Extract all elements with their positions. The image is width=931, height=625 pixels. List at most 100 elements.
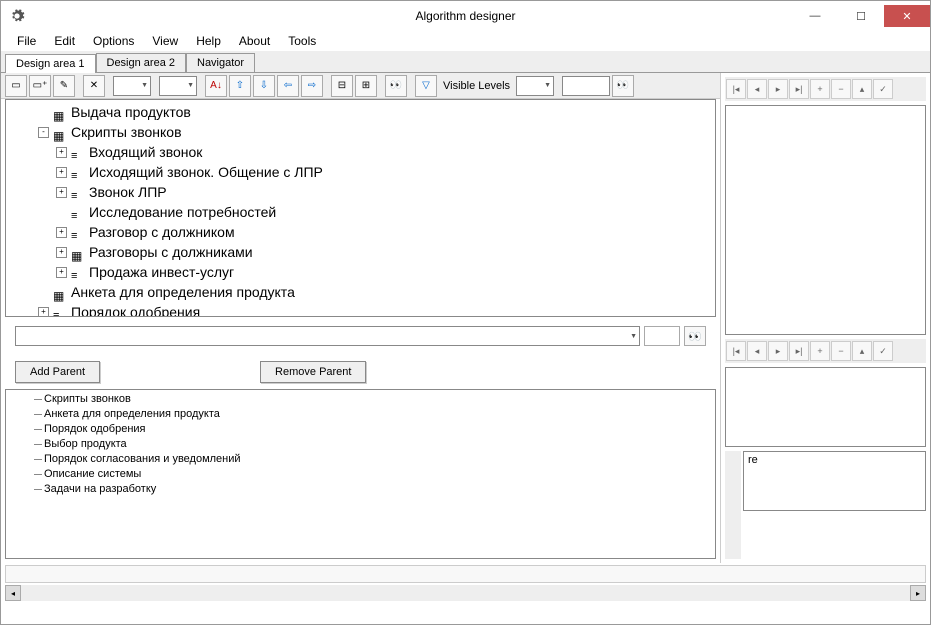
menu-view[interactable]: View (144, 32, 186, 50)
nav2-plus-icon[interactable]: + (810, 341, 830, 361)
expand-icon[interactable]: + (56, 187, 67, 198)
tree-node[interactable]: + Исходящий звонок. Общение с ЛПР (20, 162, 713, 182)
nav-prev-icon[interactable]: ◂ (747, 79, 767, 99)
menu-edit[interactable]: Edit (46, 32, 83, 50)
list-item[interactable]: Анкета для определения продукта (20, 407, 713, 422)
tree-node[interactable]: +Звонок ЛПР (20, 182, 713, 202)
grid-icon (53, 106, 67, 118)
tool-collapse-icon[interactable]: ⊟ (331, 75, 353, 97)
tool-up-arrow-icon[interactable]: ⇧ (229, 75, 251, 97)
tab-design-area-2[interactable]: Design area 2 (96, 53, 187, 72)
expand-icon[interactable]: + (56, 147, 67, 158)
tree-node[interactable]: Анкета для определения продукта (20, 282, 713, 302)
nav2-edit-icon[interactable]: ▴ (852, 341, 872, 361)
nav-minus-icon[interactable]: − (831, 79, 851, 99)
tree-node-label: Разговоры с должниками (89, 242, 253, 262)
tree-node-label: Разговор с должником (89, 222, 235, 242)
tool-down-arrow-icon[interactable]: ⇩ (253, 75, 275, 97)
status-strip (5, 565, 926, 583)
middle-combo[interactable]: ▼ (15, 326, 640, 346)
tree-node[interactable]: Исследование потребностей (20, 202, 713, 222)
expand-icon[interactable]: + (56, 267, 67, 278)
nav2-prev-icon[interactable]: ◂ (747, 341, 767, 361)
visible-levels-combo[interactable]: ▼ (516, 76, 554, 96)
main-toolbar: ▭ ▭⁺ ✎ ✕ ▼ ▼ A↓ ⇧ ⇩ ⇦ ⇨ ⊟ ⊞ 👀 ▽ Visible … (1, 73, 720, 99)
tree-node[interactable]: -Скрипты звонков (20, 122, 713, 142)
close-button[interactable]: ✕ (884, 5, 930, 27)
bottom-list[interactable]: Скрипты звонковАнкета для определения пр… (5, 389, 716, 559)
remove-parent-button[interactable]: Remove Parent (260, 361, 366, 383)
tool-delete-icon[interactable]: ✕ (83, 75, 105, 97)
expander-blank (56, 207, 67, 218)
tool-new-icon[interactable]: ▭ (5, 75, 27, 97)
lines-icon (71, 146, 85, 158)
right-text-input[interactable]: re (743, 451, 926, 511)
binoculars-icon[interactable]: 👀 (684, 326, 706, 346)
tree-node[interactable]: + Разговор с должником (20, 222, 713, 242)
nav-edit-icon[interactable]: ▴ (852, 79, 872, 99)
menu-options[interactable]: Options (85, 32, 142, 50)
right-vscroll[interactable] (725, 451, 741, 559)
scroll-right-icon[interactable]: ▸ (910, 585, 926, 601)
nav-next-icon[interactable]: ▸ (768, 79, 788, 99)
tree-node[interactable]: +Продажа инвест-услуг (20, 262, 713, 282)
nav2-check-icon[interactable]: ✓ (873, 341, 893, 361)
tabbar: Design area 1 Design area 2 Navigator (1, 51, 930, 73)
tree-view[interactable]: Выдача продуктов-Скрипты звонков+Входящи… (5, 99, 716, 317)
list-item[interactable]: Задачи на разработку (20, 482, 713, 497)
tool-combo-3[interactable] (562, 76, 610, 96)
expand-icon[interactable]: + (38, 307, 49, 318)
tool-filter-icon[interactable]: ▽ (415, 75, 437, 97)
minimize-button[interactable]: — (792, 5, 838, 27)
tool-left-arrow-icon[interactable]: ⇦ (277, 75, 299, 97)
list-item[interactable]: Описание системы (20, 467, 713, 482)
nav2-last-icon[interactable]: ▸| (789, 341, 809, 361)
tree-node-label: Анкета для определения продукта (71, 282, 295, 302)
tree-node[interactable]: + Разговоры с должниками (20, 242, 713, 262)
nav2-minus-icon[interactable]: − (831, 341, 851, 361)
menu-tools[interactable]: Tools (280, 32, 324, 50)
lines-icon (71, 266, 85, 278)
middle-small-combo[interactable] (644, 326, 680, 346)
menu-about[interactable]: About (231, 32, 278, 50)
add-parent-button[interactable]: Add Parent (15, 361, 100, 383)
lines-icon (53, 306, 67, 317)
expand-icon[interactable]: + (56, 247, 67, 258)
tool-sort-icon[interactable]: A↓ (205, 75, 227, 97)
list-item[interactable]: Порядок согласования и уведомлений (20, 452, 713, 467)
tool-binoculars-icon[interactable]: 👀 (612, 75, 634, 97)
right-toolbar-1: |◂ ◂ ▸ ▸| + − ▴ ✓ (725, 77, 926, 101)
tree-node[interactable]: Выдача продуктов (20, 102, 713, 122)
horizontal-scrollbar[interactable]: ◂ ▸ (5, 585, 926, 601)
expander-blank (38, 107, 49, 118)
tool-find-icon[interactable]: 👀 (385, 75, 407, 97)
collapse-icon[interactable]: - (38, 127, 49, 138)
list-item[interactable]: Выбор продукта (20, 437, 713, 452)
titlebar: Algorithm designer — ☐ ✕ (1, 1, 930, 31)
tree-node[interactable]: +Входящий звонок (20, 142, 713, 162)
menu-help[interactable]: Help (188, 32, 229, 50)
tool-combo-1[interactable]: ▼ (113, 76, 151, 96)
scroll-left-icon[interactable]: ◂ (5, 585, 21, 601)
menu-file[interactable]: File (9, 32, 44, 50)
tab-navigator[interactable]: Navigator (186, 53, 255, 72)
expand-icon[interactable]: + (56, 227, 67, 238)
tool-edit-icon[interactable]: ✎ (53, 75, 75, 97)
expand-icon[interactable]: + (56, 167, 67, 178)
tool-add-icon[interactable]: ▭⁺ (29, 75, 51, 97)
nav-first-icon[interactable]: |◂ (726, 79, 746, 99)
tab-design-area-1[interactable]: Design area 1 (5, 54, 96, 73)
list-item[interactable]: Порядок одобрения (20, 422, 713, 437)
tool-combo-2[interactable]: ▼ (159, 76, 197, 96)
nav-last-icon[interactable]: ▸| (789, 79, 809, 99)
tree-node-label: Исходящий звонок. Общение с ЛПР (89, 162, 323, 182)
tool-right-arrow-icon[interactable]: ⇨ (301, 75, 323, 97)
maximize-button[interactable]: ☐ (838, 5, 884, 27)
nav-plus-icon[interactable]: + (810, 79, 830, 99)
tree-node[interactable]: +Порядок одобрения (20, 302, 713, 317)
nav2-first-icon[interactable]: |◂ (726, 341, 746, 361)
list-item[interactable]: Скрипты звонков (20, 392, 713, 407)
tool-expand-icon[interactable]: ⊞ (355, 75, 377, 97)
nav2-next-icon[interactable]: ▸ (768, 341, 788, 361)
nav-check-icon[interactable]: ✓ (873, 79, 893, 99)
